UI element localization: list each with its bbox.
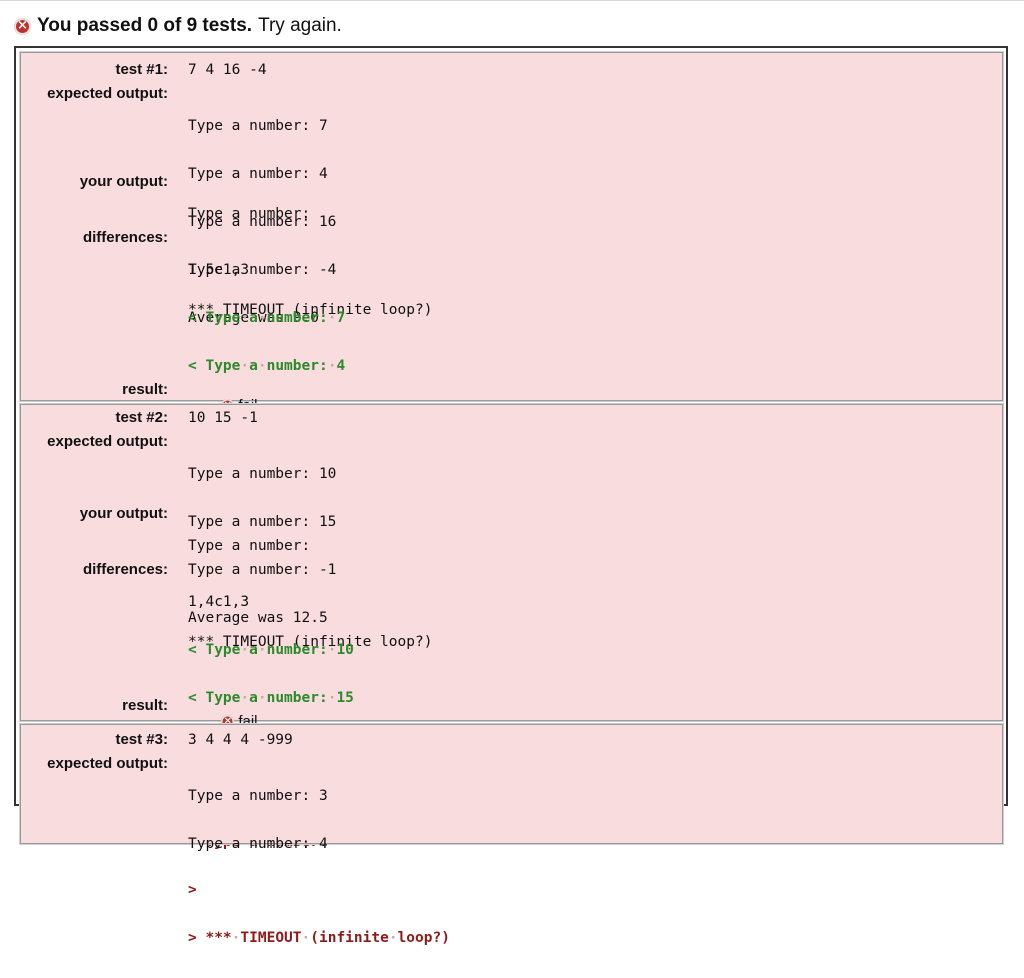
expected-output-label: expected output: [47, 755, 168, 772]
your-output-label: your output: [79, 173, 168, 190]
top-divider [0, 0, 1024, 1]
diff-removed-line: < Type·a·number:·10 [188, 642, 354, 658]
summary-count: You passed 0 of 9 tests. [37, 15, 253, 36]
results-table: test #1: 7 4 16 -4 expected output: Type… [14, 46, 1008, 946]
diff-removed-line: < Type·a·number:·4 [188, 358, 346, 374]
your-output-line: Type a number: [188, 206, 311, 222]
test-case-1: test #1: 7 4 16 -4 expected output: Type… [20, 52, 1003, 662]
expected-line: Type a number: 3 [188, 788, 328, 804]
expected-line: Type a number: 10 [188, 466, 337, 482]
expected-line: Type a number: 7 [188, 118, 328, 134]
test-case-3: test #3: 3 4 4 4 -999 expected output: T… [20, 724, 1003, 852]
your-output-line: Type a number: [188, 538, 311, 554]
diff-removed-line: < Type·a·number:·7 [188, 310, 346, 326]
test-summary: You passed 0 of 9 tests. Try again. [14, 14, 342, 38]
test-label: test #2: [115, 409, 168, 426]
summary-try-again: Try again. [258, 15, 342, 36]
test-input: 7 4 16 -4 [188, 62, 267, 78]
result-label: result: [122, 697, 168, 714]
diff-header: 1,4c1,3 [188, 594, 250, 610]
test-label: test #3: [115, 731, 168, 748]
expected-output: Type a number: 3 Type a number: 4 [188, 756, 328, 884]
differences-label: differences: [82, 229, 168, 246]
diff-added-line: > [188, 882, 197, 898]
differences-label: differences: [82, 561, 168, 578]
test-case-2: test #2: 10 15 -1 expected output: Type … [20, 404, 1003, 946]
test-input: 3 4 4 4 -999 [188, 732, 293, 748]
diff-added-line: > ***·TIMEOUT·(infinite·loop?) [188, 930, 450, 946]
expected-line: Type a number: 4 [188, 836, 328, 852]
test-label: test #1: [115, 61, 168, 78]
diff-header: 1,5c1,3 [188, 262, 250, 278]
fail-icon [14, 17, 31, 35]
your-output-label: your output: [79, 505, 168, 522]
test-input: 10 15 -1 [188, 410, 258, 426]
expected-output-label: expected output: [47, 85, 168, 102]
result-label: result: [122, 381, 168, 398]
expected-output-label: expected output: [47, 433, 168, 450]
